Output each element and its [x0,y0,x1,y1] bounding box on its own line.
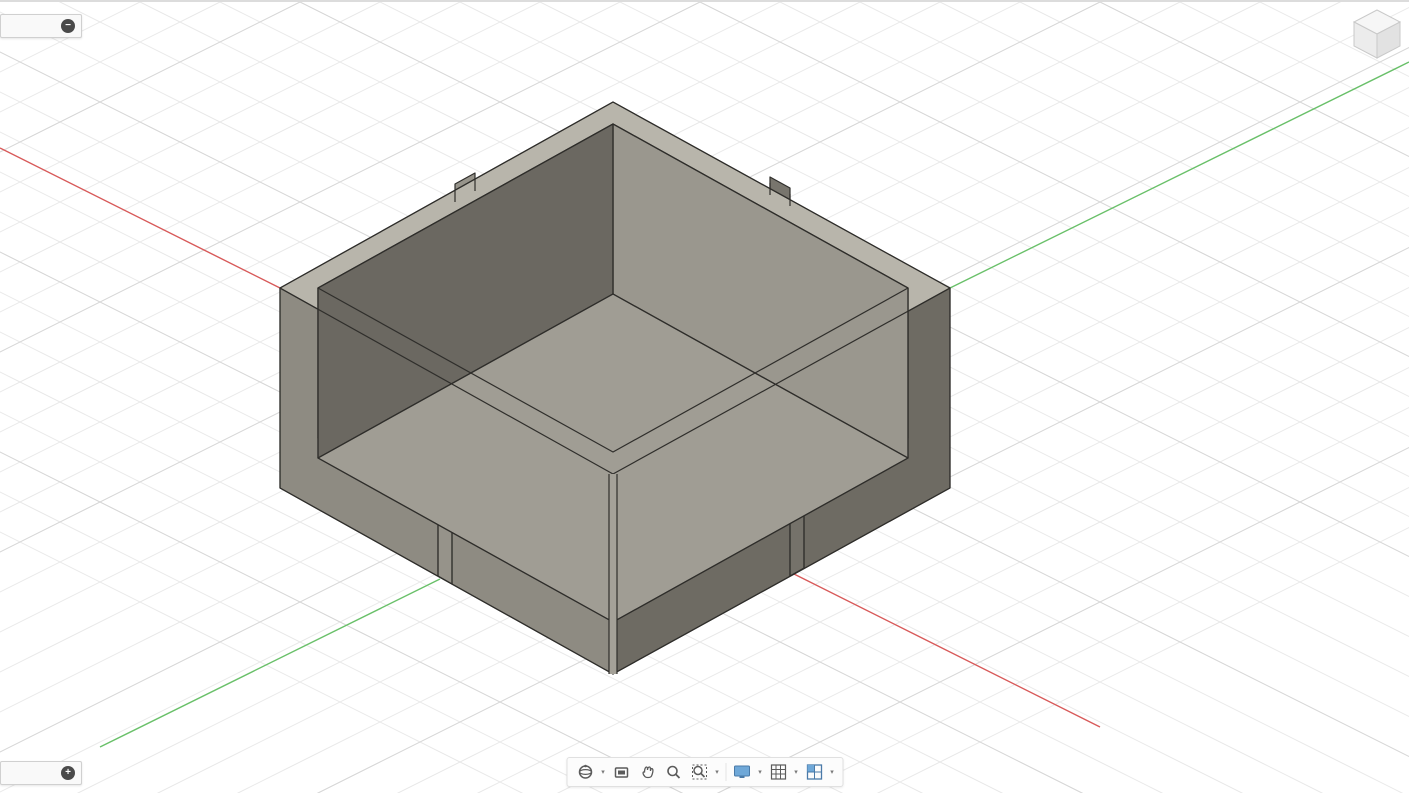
orbit-caret[interactable]: ▾ [599,768,607,776]
display-settings-button[interactable] [730,761,754,783]
zoom-window-button[interactable] [687,761,711,783]
orbit-icon [576,763,594,781]
minus-icon: − [61,19,75,33]
viewport-canvas[interactable] [0,2,1409,793]
look-at-icon [612,763,630,781]
timeline-expand-tab[interactable]: + [0,761,82,785]
pan-icon [638,763,656,781]
orbit-button[interactable] [573,761,597,783]
grid-settings-button[interactable] [766,761,790,783]
viewport-caret[interactable]: ▾ [828,768,836,776]
zoom-button[interactable] [661,761,685,783]
zoom-icon [664,763,682,781]
expand-symbol: + [65,768,71,778]
grid-svg [0,2,1409,793]
viewport-layout-button[interactable] [802,761,826,783]
grid-settings-icon [769,763,787,781]
display-settings-caret[interactable]: ▾ [756,768,764,776]
view-cube-icon [1350,6,1405,61]
navigation-toolbar: ▾ ▾ ▾ [566,757,843,787]
timeline-collapse-tab[interactable]: − [0,14,82,38]
pan-button[interactable] [635,761,659,783]
toolbar-separator [725,763,726,781]
collapse-symbol: − [65,21,71,31]
view-cube[interactable] [1350,6,1405,61]
plus-icon: + [61,766,75,780]
display-settings-icon [732,763,752,781]
zoom-window-caret[interactable]: ▾ [713,768,721,776]
look-at-button[interactable] [609,761,633,783]
zoom-window-icon [690,763,708,781]
grid-settings-caret[interactable]: ▾ [792,768,800,776]
viewport-icon [805,763,823,781]
